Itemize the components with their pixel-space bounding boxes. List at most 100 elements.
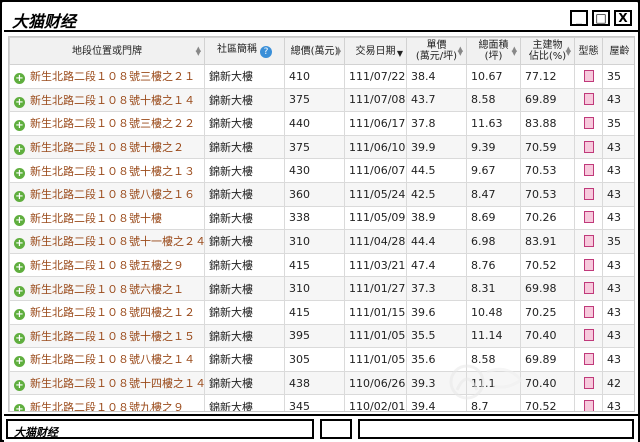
floorplan-icon[interactable] <box>583 282 594 295</box>
address-cell[interactable]: + 新生北路二段１０８號九樓之９ <box>9 394 205 411</box>
address-cell[interactable]: + 新生北路二段１０８號六樓之１ <box>9 276 205 301</box>
minimize-button[interactable]: _ <box>570 10 588 26</box>
address-cell[interactable]: + 新生北路二段１０８號十四樓之１４ <box>9 370 205 396</box>
floorplan-icon[interactable] <box>583 116 594 129</box>
table-row[interactable]: + 新生北路二段１０８號九樓之９ 錦新大樓 345 110/02/01 39.4 8.7 70… <box>9 394 634 411</box>
type-cell[interactable] <box>574 252 603 278</box>
col-unit-price-header[interactable]: 單價 (萬元/坪) ▲ ▼ <box>406 37 467 65</box>
col-main-ratio-header[interactable]: 主建物 佔比(%) ▲ ▼ <box>520 37 575 65</box>
table-row[interactable]: + 新生北路二段１０８號四樓之１２ 錦新大樓 415 111/01/15 39.6 10.4… <box>9 299 634 325</box>
floorplan-icon[interactable] <box>583 164 594 177</box>
type-cell[interactable] <box>574 111 603 136</box>
expand-plus-icon[interactable]: + <box>14 309 25 321</box>
expand-plus-icon[interactable]: + <box>14 120 25 132</box>
address-link[interactable]: 新生北路二段１０８號三樓之２２ <box>30 117 195 130</box>
address-link[interactable]: 新生北路二段１０８號十樓之１３ <box>30 165 195 178</box>
col-total-price-header[interactable]: 總價(萬元) ▲ ▼ <box>284 37 345 65</box>
address-cell[interactable]: + 新生北路二段１０８號三樓之２２ <box>9 111 205 136</box>
type-cell[interactable] <box>574 64 603 89</box>
col-address-header[interactable]: 地段位置或門牌 ▲ ▼ <box>9 37 205 65</box>
table-row[interactable]: + 新生北路二段１０８號十樓之１３ 錦新大樓 430 111/06/07 44.5 9.67… <box>9 158 634 183</box>
type-cell[interactable] <box>574 370 603 396</box>
table-row[interactable]: + 新生北路二段１０８號十樓之２ 錦新大樓 375 111/06/10 39.9 9.39 7… <box>9 134 634 160</box>
table-row[interactable]: + 新生北路二段１０８號十樓之１４ 錦新大樓 375 111/07/08 43.7 8.58… <box>9 87 634 113</box>
close-button[interactable]: X <box>614 10 632 26</box>
address-link[interactable]: 新生北路二段１０８號十樓之２ <box>30 141 184 154</box>
expand-plus-icon[interactable]: + <box>14 403 25 411</box>
table-row[interactable]: + 新生北路二段１０８號三樓之２１ 錦新大樓 410 111/07/22 38.4 10.6… <box>9 64 634 89</box>
maximize-button[interactable]: □ <box>592 10 610 26</box>
address-cell[interactable]: + 新生北路二段１０８號四樓之１２ <box>9 299 205 325</box>
address-link[interactable]: 新生北路二段１０８號十一樓之２４ <box>30 235 204 248</box>
type-cell[interactable] <box>574 181 603 207</box>
address-cell[interactable]: + 新生北路二段１０８號十樓之１５ <box>9 323 205 349</box>
floorplan-icon[interactable] <box>583 305 594 318</box>
floorplan-icon[interactable] <box>583 376 594 389</box>
address-cell[interactable]: + 新生北路二段１０８號十一樓之２４ <box>9 229 205 254</box>
address-cell[interactable]: + 新生北路二段１０８號八樓之１４ <box>9 347 205 372</box>
table-row[interactable]: + 新生北路二段１０８號六樓之１ 錦新大樓 310 111/01/27 37.3 8.31 6… <box>9 276 634 301</box>
expand-plus-icon[interactable]: + <box>14 238 25 250</box>
expand-plus-icon[interactable]: + <box>14 144 25 156</box>
floorplan-icon[interactable] <box>583 140 594 153</box>
expand-plus-icon[interactable]: + <box>14 262 25 274</box>
type-cell[interactable] <box>574 347 603 372</box>
address-link[interactable]: 新生北路二段１０８號四樓之１２ <box>30 306 195 319</box>
col-age-header[interactable]: 屋齡 <box>602 37 634 65</box>
floorplan-icon[interactable] <box>583 352 594 365</box>
floorplan-icon[interactable] <box>583 211 594 224</box>
address-link[interactable]: 新生北路二段１０８號九樓之９ <box>30 401 184 411</box>
address-link[interactable]: 新生北路二段１０８號五樓之９ <box>30 259 184 272</box>
expand-plus-icon[interactable]: + <box>14 356 25 368</box>
type-cell[interactable] <box>574 134 603 160</box>
col-area-header[interactable]: 總面積 (坪) ▲ ▼ <box>466 37 521 65</box>
address-link[interactable]: 新生北路二段１０８號十樓之１４ <box>30 94 195 107</box>
floorplan-icon[interactable] <box>583 234 594 247</box>
floorplan-icon[interactable] <box>583 93 594 106</box>
address-link[interactable]: 新生北路二段１０８號八樓之１６ <box>30 188 195 201</box>
table-row[interactable]: + 新生北路二段１０８號八樓之１４ 錦新大樓 305 111/01/05 35.6 8.58… <box>9 347 634 372</box>
floorplan-icon[interactable] <box>583 187 594 200</box>
address-link[interactable]: 新生北路二段１０８號十樓 <box>30 212 162 225</box>
expand-plus-icon[interactable]: + <box>14 332 25 344</box>
address-cell[interactable]: + 新生北路二段１０８號八樓之１６ <box>9 181 205 207</box>
type-cell[interactable] <box>574 323 603 349</box>
address-cell[interactable]: + 新生北路二段１０８號十樓之２ <box>9 134 205 160</box>
address-link[interactable]: 新生北路二段１０８號八樓之１４ <box>30 353 195 366</box>
address-cell[interactable]: + 新生北路二段１０８號五樓之９ <box>9 252 205 278</box>
table-row[interactable]: + 新生北路二段１０８號三樓之２２ 錦新大樓 440 111/06/17 37.8 11.6… <box>9 111 634 136</box>
type-cell[interactable] <box>574 205 603 231</box>
expand-plus-icon[interactable]: + <box>14 96 25 108</box>
floorplan-icon[interactable] <box>583 69 594 82</box>
address-link[interactable]: 新生北路二段１０８號十樓之１５ <box>30 330 195 343</box>
type-cell[interactable] <box>574 276 603 301</box>
address-cell[interactable]: + 新生北路二段１０８號三樓之２１ <box>9 64 205 89</box>
table-row[interactable]: + 新生北路二段１０８號八樓之１６ 錦新大樓 360 111/05/24 42.5 8.47… <box>9 181 634 207</box>
expand-plus-icon[interactable]: + <box>14 191 25 203</box>
address-cell[interactable]: + 新生北路二段１０８號十樓之１３ <box>9 158 205 183</box>
address-cell[interactable]: + 新生北路二段１０８號十樓之１４ <box>9 87 205 113</box>
expand-plus-icon[interactable]: + <box>14 73 25 85</box>
table-row[interactable]: + 新生北路二段１０８號十一樓之２４ 錦新大樓 310 111/04/28 44.4 6.9… <box>9 229 634 254</box>
col-date-header[interactable]: 交易日期 ▼ <box>344 37 407 65</box>
address-link[interactable]: 新生北路二段１０８號三樓之２１ <box>30 70 195 83</box>
table-row[interactable]: + 新生北路二段１０８號五樓之９ 錦新大樓 415 111/03/21 47.4 8.76 7… <box>9 252 634 278</box>
expand-plus-icon[interactable]: + <box>14 167 25 179</box>
expand-plus-icon[interactable]: + <box>14 285 25 297</box>
help-icon[interactable]: ? <box>260 46 272 58</box>
floorplan-icon[interactable] <box>583 400 594 411</box>
type-cell[interactable] <box>574 87 603 113</box>
address-cell[interactable]: + 新生北路二段１０８號十樓 <box>9 205 205 231</box>
type-cell[interactable] <box>574 394 603 411</box>
col-community-header[interactable]: 社區簡稱? <box>204 37 285 65</box>
type-cell[interactable] <box>574 229 603 254</box>
expand-plus-icon[interactable]: + <box>14 214 25 226</box>
table-row[interactable]: + 新生北路二段１０８號十四樓之１４ 錦新大樓 438 110/06/26 39.3 11.… <box>9 370 634 396</box>
type-cell[interactable] <box>574 158 603 183</box>
address-link[interactable]: 新生北路二段１０８號六樓之１ <box>30 283 184 296</box>
type-cell[interactable] <box>574 299 603 325</box>
floorplan-icon[interactable] <box>583 258 594 271</box>
address-link[interactable]: 新生北路二段１０８號十四樓之１４ <box>30 377 204 390</box>
table-row[interactable]: + 新生北路二段１０８號十樓之１５ 錦新大樓 395 111/01/05 35.5 11.1… <box>9 323 634 349</box>
expand-plus-icon[interactable]: + <box>14 380 25 392</box>
